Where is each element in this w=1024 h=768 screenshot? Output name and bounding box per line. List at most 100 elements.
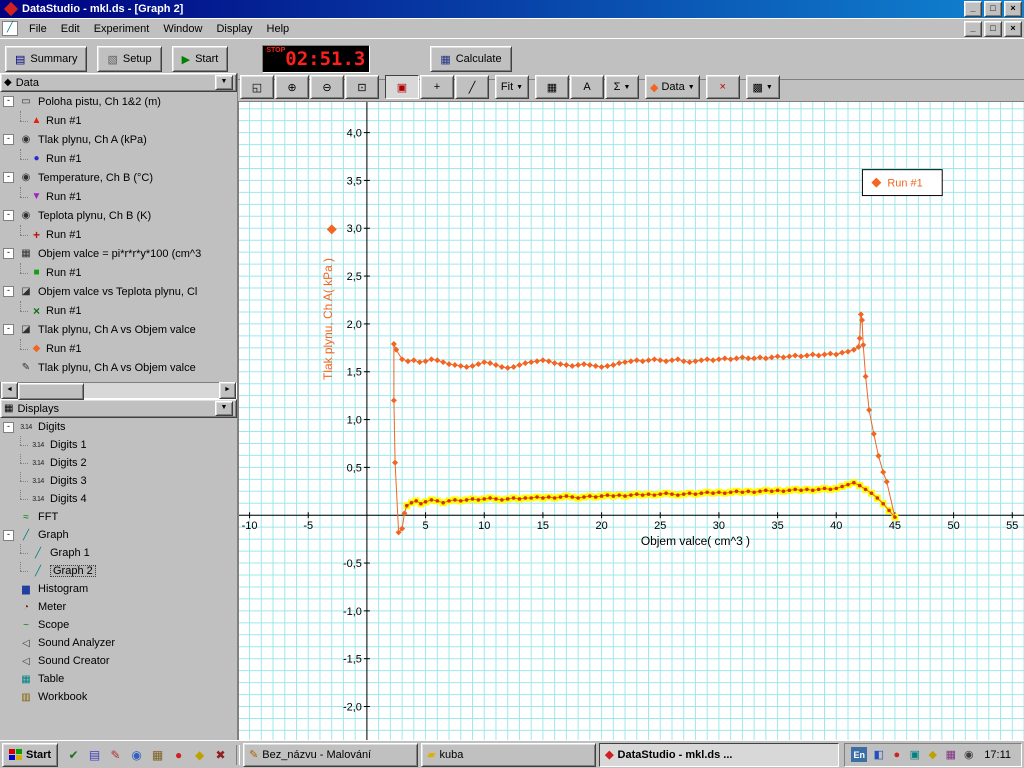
tree-collapse-icon[interactable]: - [3,96,14,107]
display-item-row[interactable]: ~Scope [0,616,237,634]
data-run-row[interactable]: +Run #1 [0,225,237,244]
display-item-row[interactable]: ▦Table [0,670,237,688]
tree-collapse-icon[interactable]: - [3,324,14,335]
tree-collapse-icon[interactable]: - [3,530,14,541]
tree-collapse-icon[interactable]: - [3,422,14,433]
data-item-row[interactable]: -◉Teplota plynu, Ch B (K) [0,206,237,225]
zoom-select-button[interactable]: ⊡ [345,75,379,99]
calculate-tool-button[interactable]: ▦ [535,75,569,99]
display-item-row[interactable]: -╱Graph [0,526,237,544]
menu-item-display[interactable]: Display [209,21,259,37]
tree-collapse-icon[interactable]: - [3,172,14,183]
graph-settings-button[interactable]: ▩▼ [746,75,780,99]
data-item-row[interactable]: ✎Tlak plynu, Ch A vs Objem valce [0,358,237,377]
data-run-row[interactable]: ▲Run #1 [0,111,237,130]
legend[interactable]: Run #1 [862,170,942,196]
data-horizontal-scrollbar[interactable]: ◄ ► [0,382,237,399]
tray-icon-5[interactable]: ▦ [943,747,958,762]
mdi-minimize-button[interactable]: _ [964,21,982,37]
tray-icon-1[interactable]: ◧ [871,747,886,762]
quicklaunch-icon-4[interactable]: ◉ [127,745,146,764]
minimize-button[interactable]: _ [964,1,982,17]
quicklaunch-icon-5[interactable]: ▦ [148,745,167,764]
menu-item-help[interactable]: Help [260,21,297,37]
menu-item-window[interactable]: Window [156,21,209,37]
zoom-in-button[interactable]: ⊕ [275,75,309,99]
quicklaunch-icon-6[interactable]: ● [169,745,188,764]
quicklaunch-icon-2[interactable]: ▤ [85,745,104,764]
quicklaunch-icon-7[interactable]: ◆ [190,745,209,764]
menu-item-experiment[interactable]: Experiment [87,21,157,37]
display-item-row[interactable]: ╱Graph 1 [0,544,237,562]
scroll-left-button[interactable]: ◄ [1,382,18,399]
data-menu-button[interactable]: ◆Data▼ [645,75,700,99]
display-item-row[interactable]: ◁Sound Analyzer [0,634,237,652]
mdi-close-button[interactable]: × [1004,21,1022,37]
display-item-row[interactable]: ≈FFT [0,508,237,526]
mdi-restore-button[interactable]: □ [984,21,1002,37]
data-panel-header[interactable]: ◆ Data ▼ [0,73,237,92]
graph-canvas[interactable]: -10-5510152025303540455055-2,0-1,5-1,0-0… [239,102,1024,740]
scrollbar-track[interactable] [18,383,219,398]
zoom-out-button[interactable]: ⊖ [310,75,344,99]
close-button[interactable]: × [1004,1,1022,17]
statistics-menu-button[interactable]: Σ▼ [605,75,639,99]
data-run-row[interactable]: ■Run #1 [0,263,237,282]
display-item-row[interactable]: ◔Meter [0,598,237,616]
display-item-row[interactable]: 3.14Digits 3 [0,472,237,490]
data-run-row[interactable]: ●Run #1 [0,149,237,168]
start-menu-button[interactable]: Start [2,743,58,767]
quicklaunch-icon-3[interactable]: ✎ [106,745,125,764]
display-item-row[interactable]: ◁Sound Creator [0,652,237,670]
tray-icon-2[interactable]: ● [889,747,904,762]
smart-tool-button[interactable]: + [420,75,454,99]
quicklaunch-icon-1[interactable]: ✔ [64,745,83,764]
data-item-row[interactable]: -◪Tlak plynu, Ch A vs Objem valce [0,320,237,339]
tray-icon-3[interactable]: ▣ [907,747,922,762]
tree-collapse-icon[interactable]: - [3,210,14,221]
quicklaunch-icon-8[interactable]: ✖ [211,745,230,764]
display-item-row[interactable]: ▥Workbook [0,688,237,706]
display-item-row[interactable]: -3.14Digits [0,418,237,436]
data-item-row[interactable]: -◉Tlak plynu, Ch A (kPa) [0,130,237,149]
scale-to-fit-button[interactable]: ◱ [240,75,274,99]
task-button[interactable]: ▰kuba [421,743,596,767]
tree-collapse-icon[interactable]: - [3,248,14,259]
data-item-row[interactable]: -◪Objem valce vs Teplota plynu, Cl [0,282,237,301]
data-item-row[interactable]: -▦Objem valce = pi*r*r*y*100 (cm^3 [0,244,237,263]
menu-item-edit[interactable]: Edit [54,21,87,37]
remove-button[interactable]: × [706,75,740,99]
tree-collapse-icon[interactable]: - [3,286,14,297]
menu-item-file[interactable]: File [22,21,54,37]
data-run-row[interactable]: ▼Run #1 [0,187,237,206]
fit-menu-button[interactable]: Fit▼ [495,75,529,99]
data-item-row[interactable]: -▭Poloha pistu, Ch 1&2 (m) [0,92,237,111]
display-item-row[interactable]: 3.14Digits 4 [0,490,237,508]
calculate-button[interactable]: ▦Calculate [430,46,511,72]
slope-tool-button[interactable]: ╱ [455,75,489,99]
displays-panel-menu-button[interactable]: ▼ [215,401,233,416]
data-run-row[interactable]: ×Run #1 [0,301,237,320]
tray-icon-6[interactable]: ◉ [961,747,976,762]
displays-panel-header[interactable]: ▦ Displays ▼ [0,399,237,418]
display-item-row[interactable]: ▆Histogram [0,580,237,598]
display-item-row[interactable]: ╱Graph 2 [0,562,237,580]
task-button[interactable]: ◆DataStudio - mkl.ds ... [599,743,839,767]
data-highlight-button[interactable]: ▣ [385,75,419,99]
display-item-row[interactable]: 3.14Digits 2 [0,454,237,472]
setup-button[interactable]: ▧Setup [97,46,161,72]
data-panel-menu-button[interactable]: ▼ [215,75,233,90]
tree-collapse-icon[interactable]: - [3,134,14,145]
task-button[interactable]: ✎Bez_názvu - Malování [243,743,418,767]
start-button[interactable]: ▶Start [172,46,229,72]
summary-button[interactable]: ▤Summary [5,46,87,72]
maximize-button[interactable]: □ [984,1,1002,17]
data-run-row[interactable]: ◆Run #1 [0,339,237,358]
taskbar-clock[interactable]: 17:11 [980,749,1015,761]
display-item-row[interactable]: 3.14Digits 1 [0,436,237,454]
keyboard-layout-indicator[interactable]: En [851,747,867,762]
scrollbar-thumb[interactable] [18,383,84,400]
data-item-row[interactable]: -◉Temperature, Ch B (°C) [0,168,237,187]
text-annotation-button[interactable]: A [570,75,604,99]
tray-icon-4[interactable]: ◆ [925,747,940,762]
